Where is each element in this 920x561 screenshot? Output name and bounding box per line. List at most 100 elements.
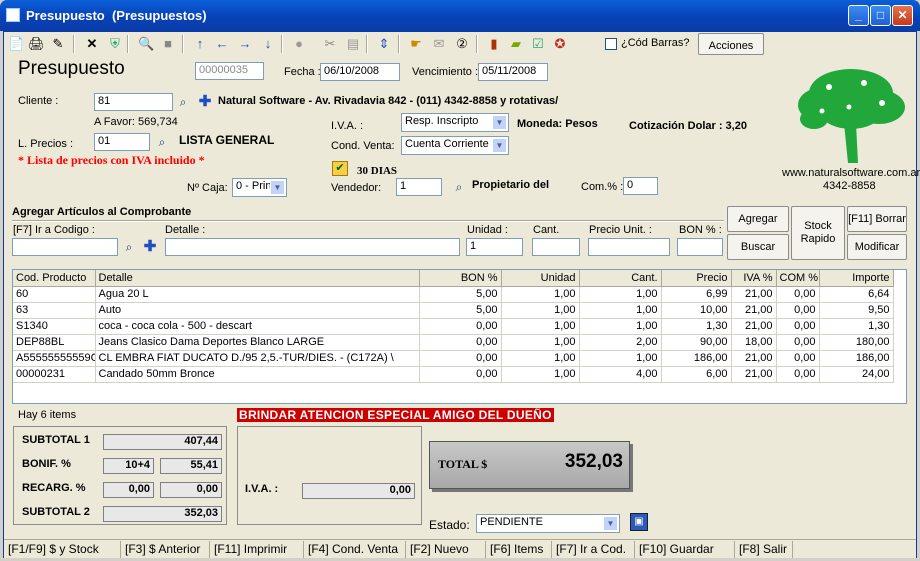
estado-select[interactable]: PENDIENTE ▼: [476, 514, 620, 533]
acciones-button[interactable]: Acciones: [698, 33, 764, 55]
vencimiento-field[interactable]: 05/11/2008: [478, 63, 548, 81]
codigo-field[interactable]: [12, 238, 118, 256]
exit-door-icon[interactable]: ▮: [486, 36, 502, 52]
column-header[interactable]: IVA %: [731, 270, 777, 287]
status-item[interactable]: [F7] Ir a Cod.: [552, 541, 635, 558]
main-window: 📄 🖨 ✎ ✕ ⛨ 🔍 ■ ↑ ← → ↓ ● ✂ ▤ ⇕ ☛ ✉ ② ▮ ▰ …: [3, 31, 920, 558]
minimize-button[interactable]: _: [848, 5, 869, 26]
arrow-up-icon[interactable]: ↑: [192, 36, 208, 52]
table-cell: 63: [13, 302, 96, 319]
save-icon[interactable]: ▣: [630, 513, 648, 531]
status-item[interactable]: [F8] Salir: [735, 541, 793, 558]
status-item[interactable]: [F6] Items: [486, 541, 552, 558]
agregar-button[interactable]: Agregar: [727, 206, 789, 232]
table-cell: 1,00: [579, 350, 662, 367]
delete-icon[interactable]: ✕: [84, 36, 100, 52]
column-header[interactable]: COM %: [776, 270, 820, 287]
codbarras-checkbox[interactable]: [605, 38, 617, 50]
edit-icon[interactable]: ✎: [50, 36, 66, 52]
codbarras-label: ¿Cód Barras?: [621, 37, 690, 49]
checkbox-icon[interactable]: ✔: [332, 161, 348, 176]
caja-select[interactable]: 0 - Prin ▼: [232, 178, 287, 197]
status-item[interactable]: [F10] Guardar: [635, 541, 735, 558]
record-icon[interactable]: ●: [291, 36, 307, 52]
lprecios-code-field[interactable]: 01: [94, 133, 150, 151]
cant-field[interactable]: [532, 238, 580, 256]
binoculars-search-icon[interactable]: ⌕: [449, 178, 469, 196]
table-row[interactable]: 63 Auto 5,00 1,00 1,00 10,00 21,00 0,00 9,50: [13, 302, 894, 319]
detalle-label: Detalle :: [165, 224, 206, 236]
unidad-label: Unidad :: [467, 224, 508, 236]
recarg-pct[interactable]: 0,00: [103, 482, 154, 498]
arrow-right-icon[interactable]: →: [237, 36, 253, 52]
paste-icon[interactable]: ▤: [345, 36, 361, 52]
print-icon[interactable]: 🖨: [28, 36, 45, 52]
column-header[interactable]: Cant.: [579, 270, 662, 287]
precio-unit-field[interactable]: [588, 238, 670, 256]
status-bar: [F1/F9] $ y Stock [F3] $ Anterior [F11] Im…: [4, 539, 916, 558]
table-cell: 186,00: [819, 350, 894, 367]
sort-icon[interactable]: ⇕: [376, 36, 392, 52]
status-item[interactable]: [F11] Imprimir: [210, 541, 304, 558]
column-header[interactable]: Unidad: [501, 270, 580, 287]
table-cell: 0,00: [776, 302, 820, 319]
fecha-field[interactable]: 06/10/2008: [320, 63, 400, 81]
help-icon[interactable]: ②: [454, 36, 470, 52]
bon-field[interactable]: [677, 238, 723, 256]
iva-total-value: 0,00: [302, 483, 415, 499]
cut-icon[interactable]: ✂: [322, 36, 338, 52]
table-row[interactable]: 00000231 Candado 50mm Bronce 0,00 1,00 4,00 6…: [13, 366, 894, 383]
book-icon[interactable]: ▰: [508, 36, 524, 52]
hand-icon[interactable]: ☛: [408, 36, 424, 52]
shield-icon[interactable]: ⛨: [107, 36, 123, 52]
binoculars-search-icon[interactable]: ⌕: [119, 238, 139, 256]
toolbar: 📄 🖨 ✎ ✕ ⛨ 🔍 ■ ↑ ← → ↓ ● ✂ ▤ ⇕ ☛ ✉ ② ▮ ▰ …: [4, 32, 916, 56]
status-item[interactable]: [F3] $ Anterior: [121, 541, 210, 558]
stop-icon[interactable]: ■: [160, 36, 176, 52]
unidad-field[interactable]: 1: [466, 238, 523, 256]
stock-rapido-button[interactable]: Stock Rapido: [791, 206, 845, 260]
new-document-icon[interactable]: 📄: [8, 36, 24, 52]
search-icon[interactable]: 🔍: [138, 36, 154, 52]
items-grid[interactable]: Cod. Producto Detalle BON % Unidad Cant. Prec…: [12, 269, 907, 404]
mail-icon[interactable]: ✉: [431, 36, 447, 52]
plus-icon[interactable]: ✚: [140, 238, 160, 256]
table-row[interactable]: A55555555559C CL EMBRA FIAT DUCATO D./95…: [13, 350, 894, 367]
document-number-field[interactable]: 00000035: [195, 62, 264, 80]
table-row[interactable]: 60 Agua 20 L 5,00 1,00 1,00 6,99 21,00 0,00 6,64: [13, 286, 894, 303]
condventa-select[interactable]: Cuenta Corriente ▼: [401, 136, 509, 155]
arrow-down-icon[interactable]: ↓: [260, 36, 276, 52]
status-item[interactable]: [F2] Nuevo: [406, 541, 486, 558]
lprecios-label: L. Precios :: [18, 138, 74, 150]
com-field[interactable]: 0: [623, 177, 658, 195]
tree-logo: [798, 69, 905, 163]
iva-total-label: I.V.A. :: [245, 483, 279, 495]
arrow-left-icon[interactable]: ←: [214, 36, 230, 52]
maximize-button[interactable]: □: [870, 5, 891, 26]
toolbar-separator: [73, 35, 75, 53]
iva-select[interactable]: Resp. Inscripto ▼: [401, 113, 509, 132]
buscar-button[interactable]: Buscar: [727, 234, 789, 260]
close-button[interactable]: ✕: [892, 5, 913, 26]
cliente-code-field[interactable]: 81: [94, 93, 173, 111]
plus-icon[interactable]: ✚: [195, 93, 215, 111]
detalle-field[interactable]: [165, 238, 460, 256]
status-item[interactable]: [F4] Cond. Venta: [304, 541, 406, 558]
binoculars-search-icon[interactable]: ⌕: [173, 93, 193, 111]
modificar-button[interactable]: Modificar: [847, 234, 907, 260]
column-header[interactable]: Detalle: [95, 270, 420, 287]
column-header[interactable]: Cod. Producto: [13, 270, 96, 287]
column-header[interactable]: BON %: [419, 270, 502, 287]
status-item[interactable]: [F1/F9] $ y Stock: [4, 541, 121, 558]
lifebuoy-icon[interactable]: ✪: [552, 36, 568, 52]
vendedor-code-field[interactable]: 1: [396, 178, 442, 196]
borrar-button[interactable]: [F11] Borrar: [847, 206, 907, 232]
table-cell: 0,00: [776, 366, 820, 383]
binoculars-search-icon[interactable]: ⌕: [152, 133, 172, 151]
checklist-icon[interactable]: ☑: [530, 36, 546, 52]
table-row[interactable]: S1340 coca - coca cola - 500 - descart 0,0…: [13, 318, 894, 335]
table-row[interactable]: DEP88BL Jeans Clasico Dama Deportes Blanc…: [13, 334, 894, 351]
column-header[interactable]: Precio: [661, 270, 732, 287]
column-header[interactable]: Importe: [819, 270, 894, 287]
bonif-pct[interactable]: 10+4: [103, 458, 154, 474]
